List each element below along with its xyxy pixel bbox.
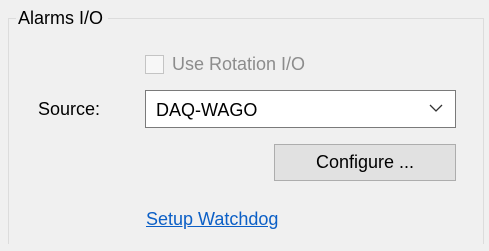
use-rotation-io-label: Use Rotation I/O <box>172 54 306 74</box>
setup-watchdog-link[interactable]: Setup Watchdog <box>146 208 278 230</box>
alarms-io-panel: Alarms I/O Use Rotation I/O Source: DAQ-… <box>0 0 489 251</box>
chevron-down-icon <box>429 104 443 112</box>
configure-button-label: Configure ... <box>315 152 415 172</box>
group-title: Alarms I/O <box>16 7 109 29</box>
configure-button[interactable]: Configure ... <box>274 144 456 181</box>
source-selected-value: DAQ-WAGO <box>156 100 258 120</box>
use-rotation-io-checkbox[interactable] <box>145 54 164 74</box>
use-rotation-io-checkbox-row[interactable]: Use Rotation I/O <box>145 53 305 75</box>
source-dropdown[interactable]: DAQ-WAGO <box>145 90 456 128</box>
source-label: Source: <box>38 99 101 119</box>
